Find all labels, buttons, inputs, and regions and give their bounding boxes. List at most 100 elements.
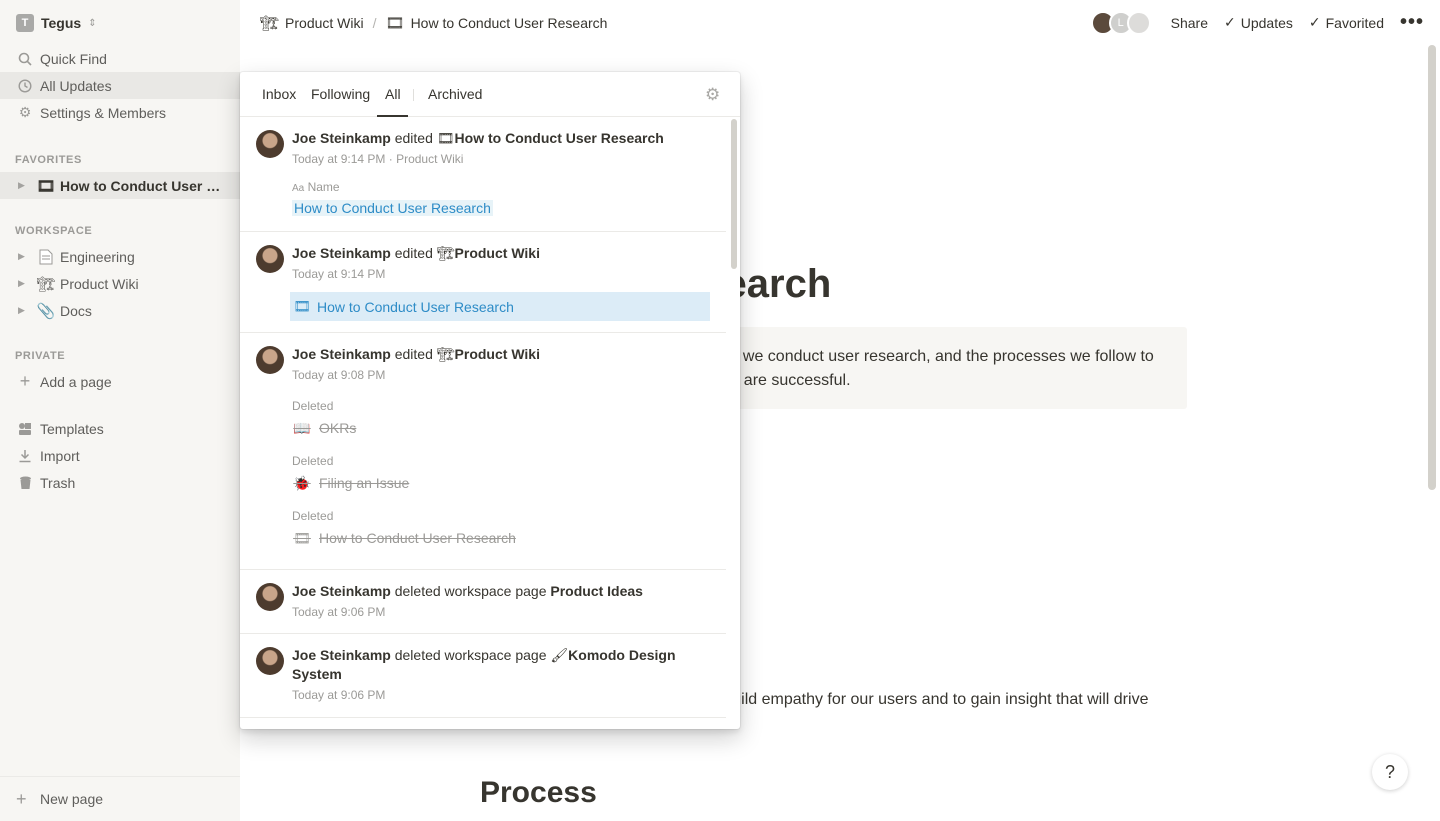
update-target: Product Ideas xyxy=(550,583,643,599)
caret-right-icon[interactable]: ▶ xyxy=(18,278,32,289)
user-name: Joe Steinkamp xyxy=(292,583,391,599)
share-button[interactable]: Share xyxy=(1171,15,1208,31)
new-page-label: New page xyxy=(40,791,104,807)
update-summary: Joe Steinkamp edited 🎞How to Conduct Use… xyxy=(292,129,712,148)
plus-icon: + xyxy=(16,788,27,809)
sidebar-item-templates[interactable]: Templates xyxy=(0,415,240,442)
timestamp: Today at 9:08 PM xyxy=(292,368,386,382)
property-name: Name xyxy=(307,180,340,194)
construction-crane-icon: 🏗 xyxy=(260,14,280,32)
sidebar-item-favorite-page[interactable]: ▶ 🎞 How to Conduct User Research xyxy=(0,172,240,199)
timestamp: Today at 9:14 PM xyxy=(292,152,386,166)
caret-right-icon[interactable]: ▶ xyxy=(18,180,32,191)
film-reel-icon: 🎞 xyxy=(293,529,311,546)
update-summary: Joe Steinkamp edited 🏗Product Wiki xyxy=(292,345,712,364)
construction-crane-icon: 🏗 xyxy=(436,245,455,261)
sidebar-item-label: Import xyxy=(40,447,80,464)
sidebar-item-label: Templates xyxy=(40,420,104,437)
film-reel-icon: 🎞 xyxy=(385,14,405,32)
caret-right-icon[interactable]: ▶ xyxy=(18,251,32,262)
new-page-button[interactable]: + New page xyxy=(0,776,240,821)
update-entry[interactable]: Joe Steinkamp edited 🎞How to Conduct Use… xyxy=(240,117,726,232)
updates-popup: Inbox Following All Archived ⚙ Joe Stein… xyxy=(240,72,740,729)
more-options-icon[interactable]: ••• xyxy=(1400,11,1424,34)
trash-icon xyxy=(16,474,34,492)
updates-feed: Joe Steinkamp edited 🎞How to Conduct Use… xyxy=(240,117,726,729)
workspace-logo: T xyxy=(16,14,34,32)
user-name: Joe Steinkamp xyxy=(292,130,391,146)
sidebar-item-settings[interactable]: ⚙ Settings & Members xyxy=(0,99,240,126)
update-entry[interactable]: Joe Steinkamp edited 🏗Product Wiki Today… xyxy=(240,333,726,570)
download-icon xyxy=(16,447,34,465)
update-entry[interactable]: Joe Steinkamp deleted workspace page Pro… xyxy=(240,570,726,634)
document-icon xyxy=(36,247,56,267)
sidebar-item-add-page[interactable]: + Add a page xyxy=(0,368,240,395)
added-page-title: How to Conduct User Research xyxy=(317,298,514,315)
user-name: Joe Steinkamp xyxy=(292,647,391,663)
update-context[interactable]: Product Wiki xyxy=(396,152,463,166)
tab-all[interactable]: All xyxy=(385,86,401,102)
film-reel-icon: 🎞 xyxy=(36,177,56,195)
update-entry[interactable]: Joe Steinkamp deleted workspace page 🖌Ko… xyxy=(240,634,726,718)
property-value[interactable]: How to Conduct User Research xyxy=(292,200,493,216)
sidebar-item-trash[interactable]: Trash xyxy=(0,469,240,496)
paintbrush-icon: 🖌 xyxy=(550,647,569,663)
sidebar-item-docs[interactable]: ▶ 📎 Docs xyxy=(0,297,240,324)
updates-button[interactable]: ✓ Updates xyxy=(1224,14,1293,31)
update-summary: Joe Steinkamp deleted workspace page 🖌Ko… xyxy=(292,646,682,684)
gear-icon[interactable]: ⚙ xyxy=(705,85,720,105)
callout-text: ions are successful. xyxy=(710,372,851,389)
private-heading: PRIVATE xyxy=(15,350,66,362)
caret-right-icon[interactable]: ▶ xyxy=(18,305,32,316)
timestamp: Today at 9:06 PM xyxy=(292,605,386,619)
chevron-updown-icon: ⇕ xyxy=(88,17,97,29)
deleted-label: Deleted xyxy=(292,509,334,523)
page-scrollbar[interactable] xyxy=(1428,45,1436,490)
collaborator-avatars[interactable]: L xyxy=(1090,10,1151,35)
tab-archived[interactable]: Archived xyxy=(428,86,482,102)
deleted-page[interactable]: 🐞 Filing an Issue xyxy=(292,474,409,492)
sidebar-item-import[interactable]: Import xyxy=(0,442,240,469)
film-reel-icon: 🎞 xyxy=(436,130,455,146)
avatar xyxy=(256,583,284,611)
update-summary: Joe Steinkamp edited 🏗Product Wiki xyxy=(292,244,712,263)
workspace-name: Tegus xyxy=(41,15,82,31)
update-target[interactable]: Product Wiki xyxy=(455,245,540,261)
callout-text: why we conduct user research, and the pr… xyxy=(710,348,1154,365)
added-page-link[interactable]: 🎞 How to Conduct User Research xyxy=(290,292,710,321)
avatar xyxy=(256,346,284,374)
search-icon xyxy=(16,50,34,68)
sidebar-item-product-wiki[interactable]: ▶ 🏗 Product Wiki xyxy=(0,270,240,297)
update-target[interactable]: How to Conduct User Research xyxy=(455,130,664,146)
deleted-label: Deleted xyxy=(292,399,334,413)
update-entry[interactable]: Joe Steinkamp edited 🏗Product Wiki Today… xyxy=(240,232,726,333)
updates-tabs: Inbox Following All Archived ⚙ xyxy=(240,72,740,117)
sidebar-item-all-updates[interactable]: All Updates xyxy=(0,72,240,99)
timestamp: Today at 9:14 PM xyxy=(292,267,386,281)
breadcrumb-product-wiki[interactable]: 🏗 Product Wiki xyxy=(260,14,364,32)
construction-crane-icon: 🏗 xyxy=(36,275,56,293)
deleted-page-title: Filing an Issue xyxy=(319,475,410,491)
templates-icon xyxy=(16,420,34,438)
tab-inbox[interactable]: Inbox xyxy=(262,86,296,102)
update-target[interactable]: Product Wiki xyxy=(455,346,540,362)
sidebar-item-quick-find[interactable]: Quick Find xyxy=(0,45,240,72)
popup-scrollbar[interactable] xyxy=(731,119,737,269)
breadcrumb-current-page[interactable]: 🎞 How to Conduct User Research xyxy=(386,14,608,32)
help-button[interactable]: ? xyxy=(1372,754,1408,790)
update-action: edited xyxy=(394,346,433,362)
text-property-icon: Aa xyxy=(292,183,305,194)
user-name: Joe Steinkamp xyxy=(292,245,391,261)
update-action: edited xyxy=(394,245,433,261)
favorited-button[interactable]: ✓ Favorited xyxy=(1309,14,1384,31)
deleted-page[interactable]: 📖 OKRs xyxy=(292,419,356,437)
tab-following[interactable]: Following xyxy=(311,86,370,102)
film-reel-icon: 🎞 xyxy=(293,298,311,314)
deleted-label: Deleted xyxy=(292,454,334,468)
sidebar-item-engineering[interactable]: ▶ Engineering xyxy=(0,243,240,270)
check-icon: ✓ xyxy=(1224,14,1236,30)
update-action: deleted workspace page xyxy=(394,647,547,663)
sidebar-item-label: Trash xyxy=(40,474,76,491)
workspace-switcher[interactable]: T Tegus ⇕ xyxy=(16,13,97,33)
deleted-page[interactable]: 🎞 How to Conduct User Research xyxy=(292,529,516,547)
